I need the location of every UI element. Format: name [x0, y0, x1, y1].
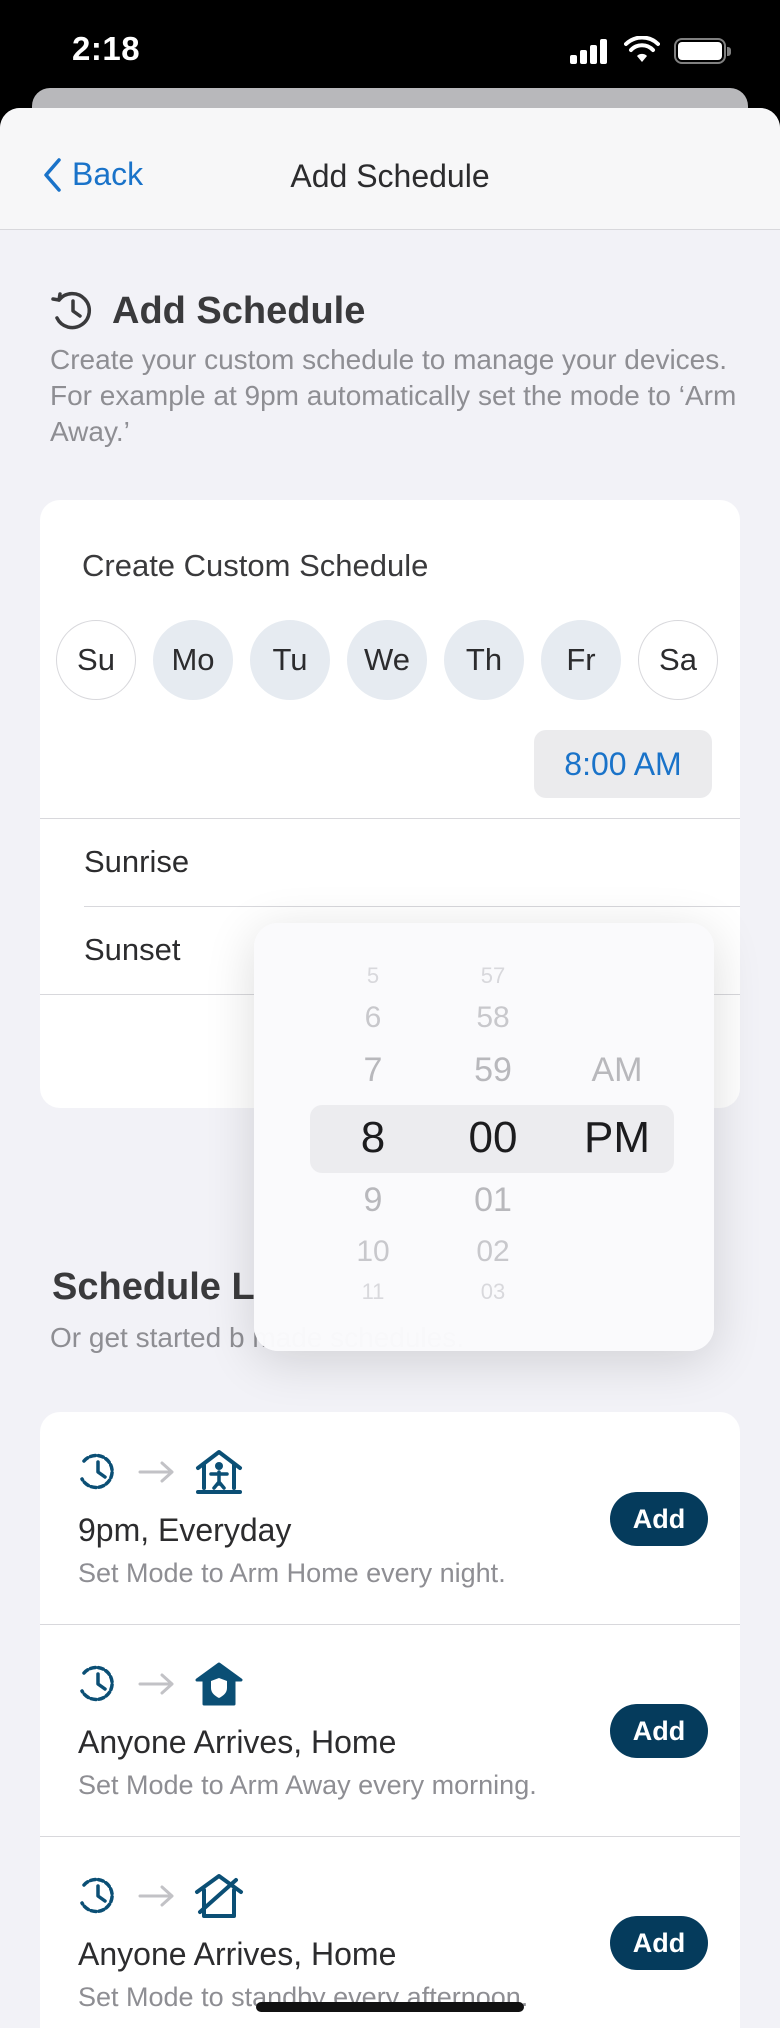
arrow-right-icon — [138, 1673, 174, 1695]
arrow-right-icon — [138, 1461, 174, 1483]
schedule-library-card: 9pm, Everyday Set Mode to Arm Home every… — [40, 1412, 740, 2028]
library-item-name: 9pm, Everyday — [78, 1512, 292, 1548]
picker-period-option[interactable]: AM — [562, 1051, 672, 1090]
picker-minute-option[interactable]: 03 — [438, 1279, 548, 1305]
picker-hour-option[interactable]: 5 — [318, 963, 428, 989]
library-item-subtitle: Set Mode to Arm Home every night. — [78, 1558, 506, 1588]
wifi-icon — [624, 36, 660, 62]
sunrise-option[interactable]: Sunrise — [84, 844, 189, 880]
picker-minute-option[interactable]: 59 — [438, 1051, 548, 1090]
schedule-library-title: Schedule L — [52, 1266, 255, 1308]
picker-hour-option[interactable]: 11 — [318, 1279, 428, 1305]
day-saturday[interactable]: Sa — [638, 620, 718, 700]
day-wednesday[interactable]: We — [347, 620, 427, 700]
picker-hour-option[interactable]: 6 — [318, 1001, 428, 1035]
day-friday[interactable]: Fr — [541, 620, 621, 700]
custom-schedule-title: Create Custom Schedule — [82, 548, 429, 583]
schedule-clock-icon — [80, 1665, 114, 1702]
intro-description: Create your custom schedule to manage yo… — [50, 344, 737, 447]
day-thursday[interactable]: Th — [444, 620, 524, 700]
time-button[interactable]: 8:00 AM — [534, 730, 712, 798]
arm-away-icon — [195, 1662, 243, 1706]
weekday-selector: Su Mo Tu We Th Fr Sa — [56, 620, 718, 700]
picker-minute-option[interactable]: 01 — [438, 1181, 548, 1220]
schedule-clock-icon — [80, 1453, 114, 1490]
schedule-clock-icon — [80, 1877, 114, 1914]
add-schedule-sheet: Back Add Schedule Add Schedule Create yo… — [0, 108, 780, 2028]
picker-minute-option[interactable]: 02 — [438, 1235, 548, 1269]
library-item-name: Anyone Arrives, Home — [78, 1724, 397, 1760]
divider — [84, 906, 740, 907]
arm-home-icon — [196, 1450, 242, 1494]
picker-period-selected[interactable]: PM — [562, 1113, 672, 1163]
picker-hour-option[interactable]: 10 — [318, 1235, 428, 1269]
library-item: Anyone Arrives, Home Set Mode to Arm Awa… — [40, 1624, 740, 1836]
add-button[interactable]: Add — [610, 1704, 708, 1758]
home-indicator — [256, 2002, 524, 2012]
arrow-right-icon — [138, 1885, 174, 1907]
navigation-bar: Back Add Schedule — [0, 108, 780, 230]
picker-minute-selected[interactable]: 00 — [438, 1113, 548, 1163]
nav-title: Add Schedule — [290, 158, 490, 194]
day-sunday[interactable]: Su — [56, 620, 136, 700]
cellular-signal-icon — [570, 38, 610, 64]
library-item: 9pm, Everyday Set Mode to Arm Home every… — [40, 1412, 740, 1624]
time-picker-popover: 5 6 7 8 9 10 11 57 58 59 00 01 02 03 AM … — [254, 923, 714, 1351]
picker-hour-selected[interactable]: 8 — [318, 1113, 428, 1163]
battery-icon — [674, 38, 731, 64]
picker-minute-option[interactable]: 57 — [438, 963, 548, 989]
add-button[interactable]: Add — [610, 1492, 708, 1546]
day-monday[interactable]: Mo — [153, 620, 233, 700]
library-item-name: Anyone Arrives, Home — [78, 1936, 397, 1972]
add-button[interactable]: Add — [610, 1916, 708, 1970]
status-bar: 2:18 — [0, 0, 780, 90]
picker-minute-option[interactable]: 58 — [438, 1001, 548, 1035]
sunset-option[interactable]: Sunset — [84, 932, 181, 968]
status-time: 2:18 — [72, 30, 141, 67]
intro-title: Add Schedule — [112, 289, 366, 332]
schedule-clock-icon — [51, 291, 91, 330]
standby-icon — [195, 1874, 243, 1918]
divider — [40, 818, 740, 819]
library-item: Anyone Arrives, Home Set Mode to standby… — [40, 1836, 740, 2028]
intro-section: Add Schedule Create your custom schedule… — [50, 288, 750, 450]
day-tuesday[interactable]: Tu — [250, 620, 330, 700]
picker-hour-option[interactable]: 7 — [318, 1051, 428, 1090]
picker-hour-option[interactable]: 9 — [318, 1181, 428, 1220]
library-item-subtitle: Set Mode to Arm Away every morning. — [78, 1770, 537, 1800]
